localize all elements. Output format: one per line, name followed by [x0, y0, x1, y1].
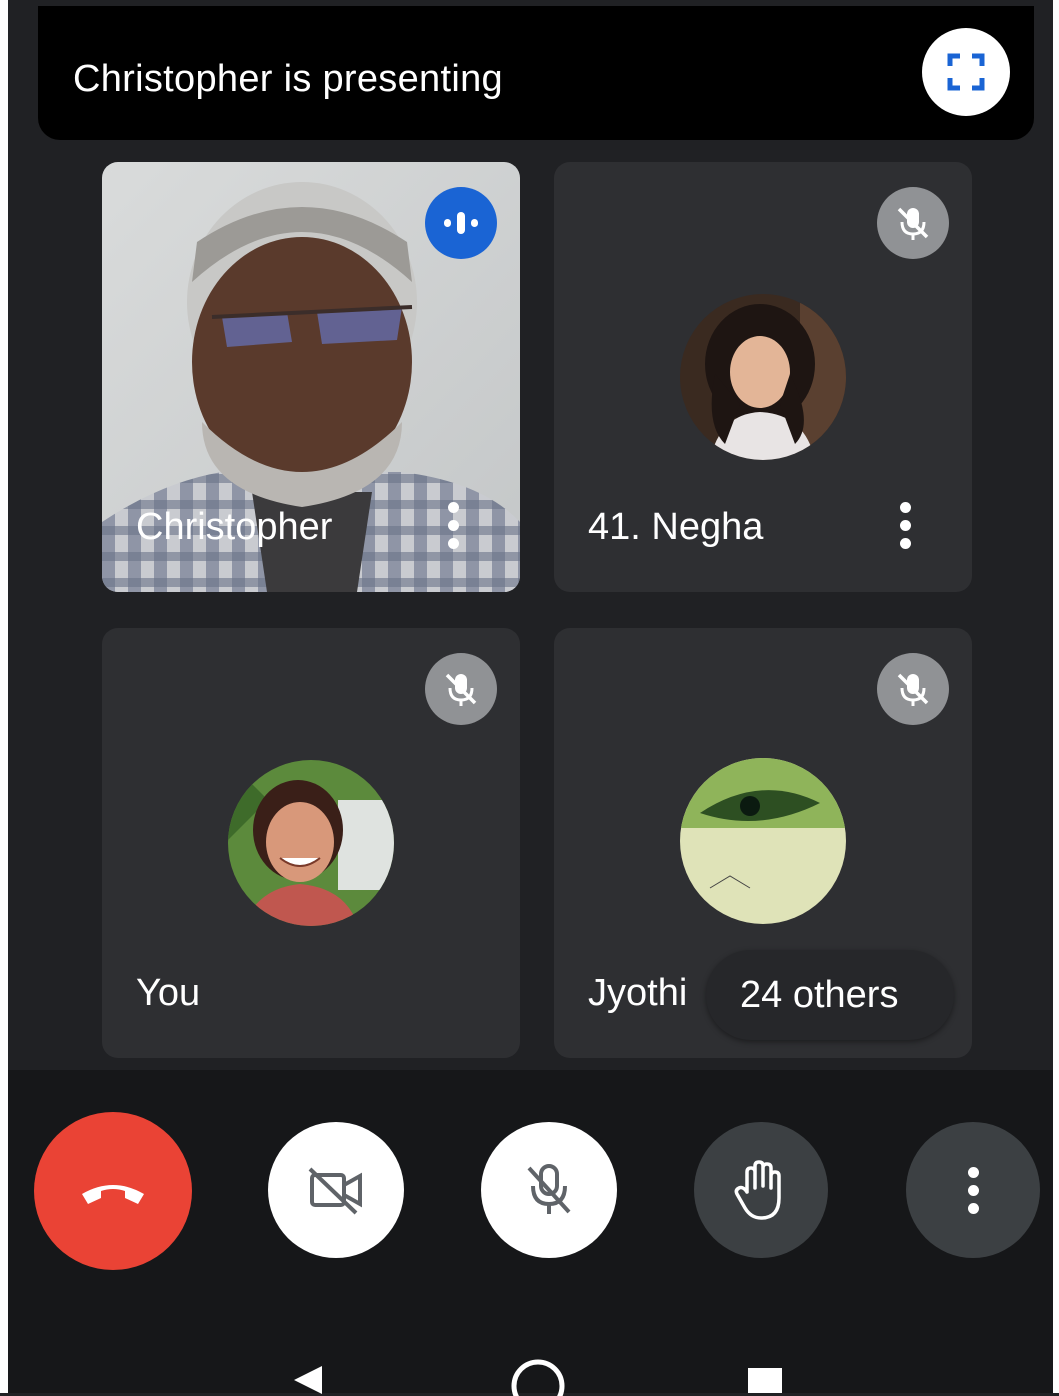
muted-indicator — [425, 653, 497, 725]
screen-edge — [1053, 0, 1059, 1393]
back-nav-icon[interactable] — [288, 1366, 328, 1396]
camera-toggle-button[interactable] — [268, 1122, 404, 1258]
participant-name: You — [136, 972, 201, 1014]
muted-indicator — [877, 187, 949, 259]
participant-name: Jyothi — [588, 972, 688, 1014]
participant-tile-christopher[interactable]: Christopher — [102, 162, 520, 592]
participant-tile-negha[interactable]: 41. Negha — [554, 162, 972, 592]
end-call-icon — [82, 1185, 144, 1204]
participant-avatar — [228, 760, 394, 926]
presenting-text: Christopher is presenting — [73, 58, 503, 100]
more-options-icon — [958, 1163, 988, 1218]
fullscreen-icon — [947, 53, 985, 91]
others-count-label: 24 others — [740, 974, 899, 1016]
speaking-indicator — [425, 187, 497, 259]
mic-toggle-button[interactable] — [481, 1122, 617, 1258]
participant-avatar — [680, 294, 846, 460]
screen-edge — [0, 0, 8, 1393]
others-count-pill[interactable]: 24 others — [706, 950, 954, 1040]
presenting-banner: Christopher is presenting — [38, 6, 1034, 140]
mic-off-icon — [897, 207, 929, 240]
muted-indicator — [877, 653, 949, 725]
speaking-icon — [444, 212, 478, 234]
participant-avatar — [680, 758, 846, 924]
participant-options-button[interactable] — [438, 498, 468, 553]
participant-name: 41. Negha — [588, 506, 764, 548]
participant-name: Christopher — [136, 506, 333, 548]
camera-off-icon — [308, 1167, 362, 1215]
mic-off-icon — [527, 1164, 571, 1214]
avatar-photo — [228, 760, 394, 926]
participant-tile-you[interactable]: You — [102, 628, 520, 1058]
end-call-button[interactable] — [34, 1112, 192, 1270]
home-nav-icon[interactable] — [508, 1356, 568, 1396]
mic-off-icon — [897, 673, 929, 706]
mic-off-icon — [445, 673, 477, 706]
avatar-photo — [680, 294, 846, 460]
more-options-button[interactable] — [906, 1122, 1040, 1258]
raise-hand-icon — [734, 1160, 781, 1220]
avatar-photo — [680, 758, 846, 924]
fullscreen-button[interactable] — [922, 28, 1010, 116]
recents-nav-icon[interactable] — [748, 1368, 782, 1393]
raise-hand-button[interactable] — [694, 1122, 828, 1258]
participant-options-button[interactable] — [890, 498, 920, 553]
